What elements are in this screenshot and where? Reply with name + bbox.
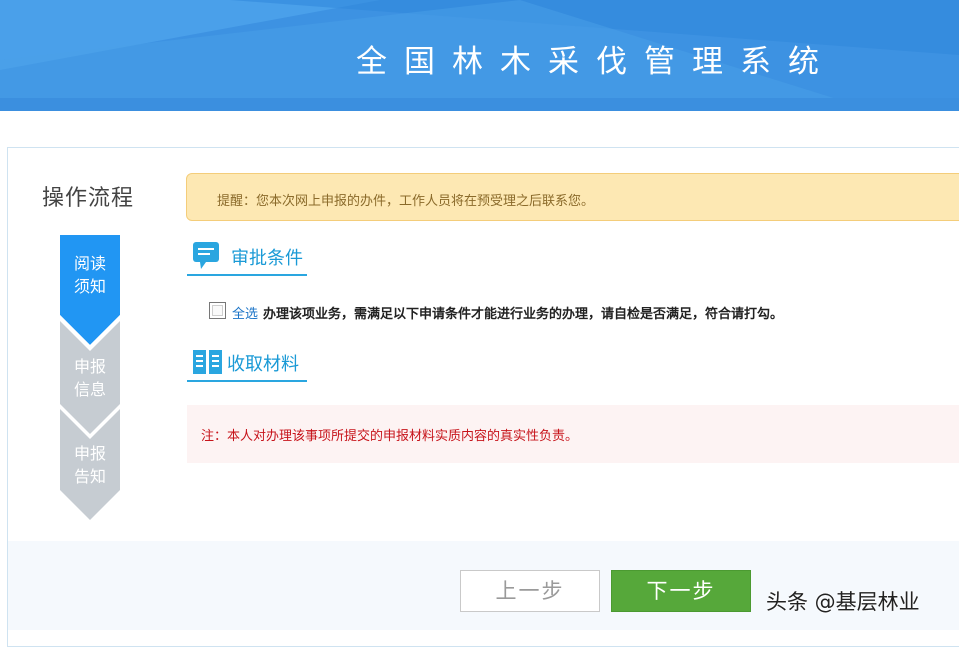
prev-step-button[interactable]: 上一步 (460, 570, 600, 612)
reminder-text: 提醒：您本次网上申报的办件，工作人员将在预受理之后联系您。 (217, 194, 595, 209)
next-step-button[interactable]: 下一步 (611, 570, 751, 612)
system-title: 全国林木采伐管理系统 (356, 44, 836, 80)
step-3-line2: 告知 (73, 467, 106, 486)
flow-title: 操作流程 (42, 186, 135, 211)
step-1-line1: 阅读 (73, 254, 106, 273)
step-1-line2: 须知 (73, 277, 106, 296)
step-2-label[interactable]: 申报 信息 (60, 355, 120, 401)
materials-heading: 收取材料 (227, 354, 299, 375)
watermark-text: 头条 @基层林业 (766, 590, 920, 614)
header-banner: 全国林木采伐管理系统 (0, 0, 959, 111)
materials-section-header: 收取材料 (187, 346, 307, 382)
step-2-line2: 信息 (73, 380, 106, 399)
select-all-checkbox[interactable] (209, 302, 226, 319)
responsibility-note-box: 注：本人对办理该事项所提交的申报材料实质内容的真实性负责。 (187, 405, 959, 463)
step-1-label[interactable]: 阅读 须知 (60, 252, 120, 298)
approval-section-header: 审批条件 (187, 240, 307, 276)
condition-text: 办理该项业务，需满足以下申请条件才能进行业务的办理，请自检是否满足，符合请打勾。 (263, 307, 784, 322)
step-2-line1: 申报 (73, 357, 106, 376)
approval-heading: 审批条件 (231, 248, 303, 269)
open-book-icon (193, 350, 222, 374)
step-3-label[interactable]: 申报 告知 (60, 442, 120, 488)
reminder-notice: 提醒：您本次网上申报的办件，工作人员将在预受理之后联系您。 (186, 173, 959, 221)
select-all-label[interactable]: 全选 (232, 303, 258, 322)
responsibility-note: 注：本人对办理该事项所提交的申报材料实质内容的真实性负责。 (201, 429, 579, 444)
chat-bubble-icon (193, 242, 219, 269)
step-3-line1: 申报 (73, 444, 106, 463)
